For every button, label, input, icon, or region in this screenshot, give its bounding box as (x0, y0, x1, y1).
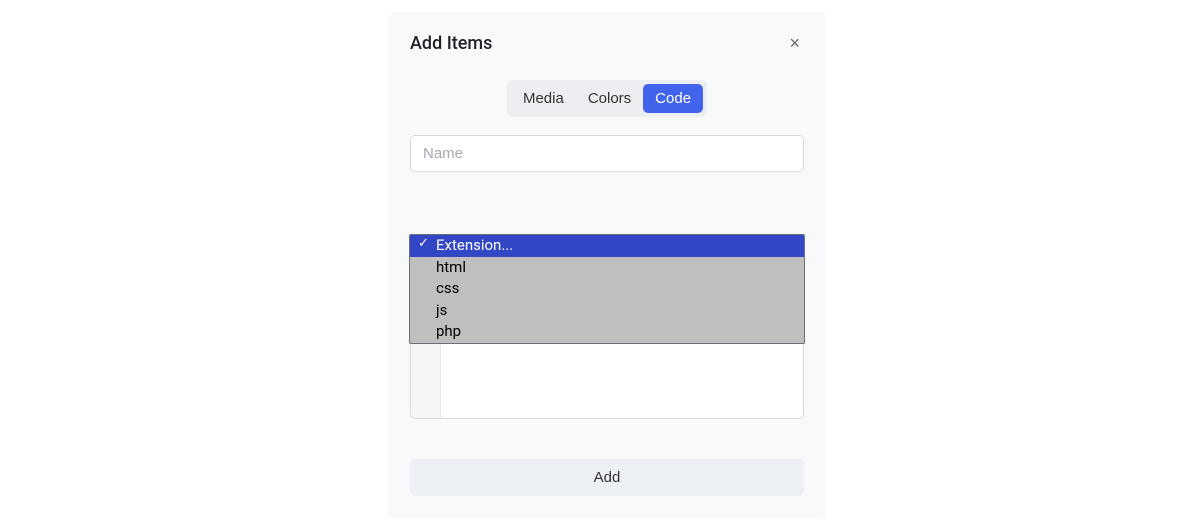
extension-option-js[interactable]: js (410, 300, 804, 322)
modal-title: Add Items (410, 33, 492, 54)
tabs-row: Media Colors Code (388, 70, 826, 135)
close-button[interactable]: × (785, 30, 804, 56)
modal-footer: Add (388, 441, 826, 518)
close-icon: × (789, 33, 800, 53)
tabs: Media Colors Code (507, 80, 707, 117)
extension-option-css[interactable]: css (410, 278, 804, 300)
extension-option-php[interactable]: php (410, 321, 804, 343)
extension-option-html[interactable]: html (410, 257, 804, 279)
extension-dropdown[interactable]: Extension... html css js php (409, 234, 805, 344)
name-input[interactable] (410, 135, 804, 172)
extension-option-placeholder[interactable]: Extension... (410, 235, 804, 257)
add-button[interactable]: Add (410, 459, 804, 496)
tab-code[interactable]: Code (643, 84, 703, 113)
extension-select-wrapper: Extension... html css js php (410, 234, 804, 419)
tab-media[interactable]: Media (511, 84, 576, 113)
modal-header: Add Items × (388, 12, 826, 70)
tab-colors[interactable]: Colors (576, 84, 643, 113)
add-items-modal: Add Items × Media Colors Code Extension.… (388, 12, 826, 518)
modal-body: Extension... html css js php (388, 135, 826, 441)
